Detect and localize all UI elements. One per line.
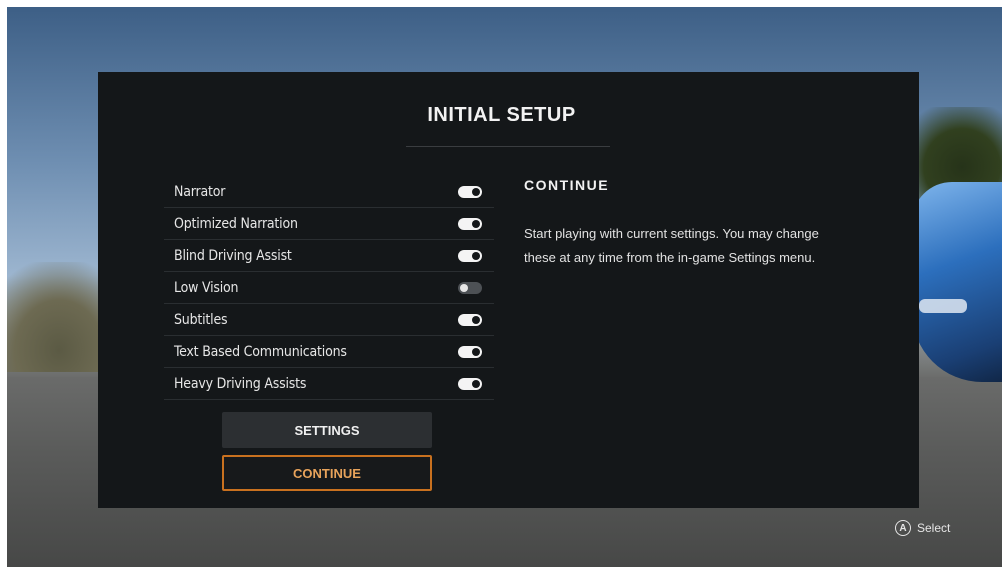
- toggle-knob: [472, 251, 480, 260]
- toggle-switch[interactable]: [458, 281, 482, 294]
- toggle-knob: [472, 219, 480, 228]
- setting-label: Heavy Driving Assists: [174, 375, 307, 392]
- setting-label: Narrator: [174, 183, 226, 200]
- toggle-knob: [460, 283, 468, 292]
- toggle-knob: [472, 379, 480, 388]
- select-hint-label: Select: [917, 521, 951, 535]
- toggle-switch[interactable]: [458, 377, 482, 390]
- settings-list: Narrator Optimized Narration Blind Drivi…: [164, 176, 494, 400]
- toggle-knob: [472, 315, 480, 324]
- select-hint: A Select: [895, 520, 950, 536]
- toggle-switch[interactable]: [458, 249, 482, 262]
- setting-row-narrator[interactable]: Narrator: [164, 176, 494, 208]
- race-car: [912, 182, 1002, 382]
- setting-label: Text Based Communications: [174, 343, 347, 360]
- settings-button[interactable]: SETTINGS: [222, 412, 432, 448]
- info-title: CONTINUE: [524, 177, 610, 193]
- setting-label: Blind Driving Assist: [174, 247, 292, 264]
- setting-row-low-vision[interactable]: Low Vision: [164, 272, 494, 304]
- setting-row-subtitles[interactable]: Subtitles: [164, 304, 494, 336]
- setting-row-optimized-narration[interactable]: Optimized Narration: [164, 208, 494, 240]
- continue-button[interactable]: CONTINUE: [222, 455, 432, 491]
- setting-label: Subtitles: [174, 311, 228, 328]
- setting-label: Low Vision: [174, 279, 239, 296]
- toggle-switch[interactable]: [458, 345, 482, 358]
- toggle-knob: [472, 347, 480, 356]
- setting-row-blind-driving-assist[interactable]: Blind Driving Assist: [164, 240, 494, 272]
- setting-row-text-based-communications[interactable]: Text Based Communications: [164, 336, 494, 368]
- info-description: Start playing with current settings. You…: [524, 226, 819, 265]
- setting-label: Optimized Narration: [174, 215, 298, 232]
- setting-row-heavy-driving-assists[interactable]: Heavy Driving Assists: [164, 368, 494, 400]
- toggle-switch[interactable]: [458, 185, 482, 198]
- page-title: INITIAL SETUP: [427, 104, 576, 126]
- toggle-switch[interactable]: [458, 217, 482, 230]
- a-button-icon: A: [895, 520, 911, 536]
- title-divider: [406, 146, 610, 147]
- toggle-knob: [472, 187, 480, 196]
- toggle-switch[interactable]: [458, 313, 482, 326]
- car-headlight: [919, 299, 967, 313]
